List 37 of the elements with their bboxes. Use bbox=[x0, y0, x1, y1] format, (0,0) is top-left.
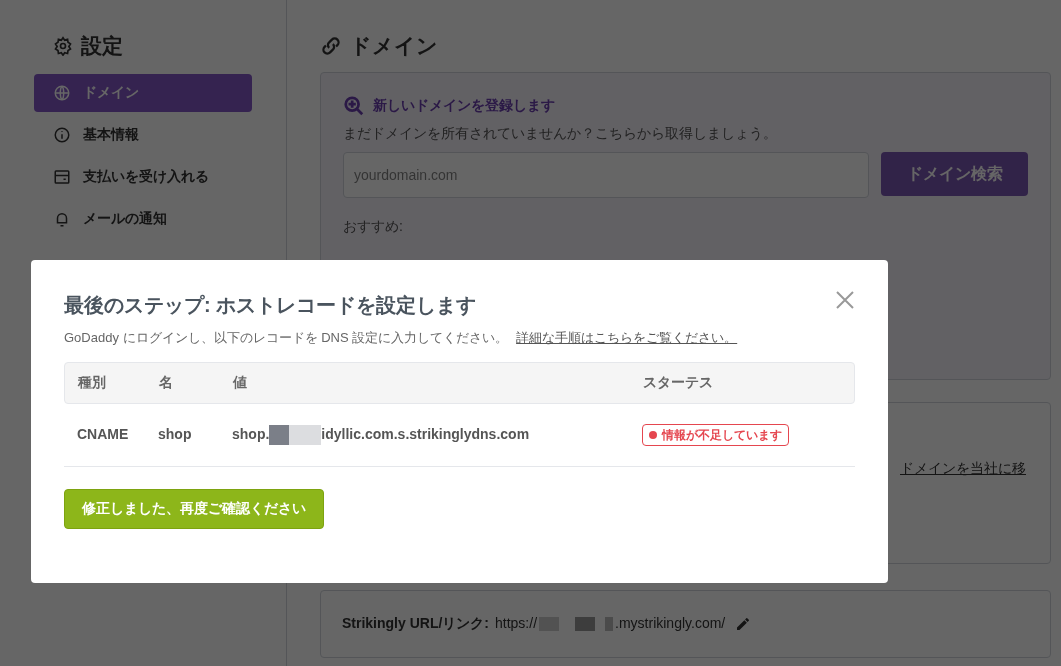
table-cell-text: CNAME bbox=[76, 425, 130, 444]
column-header: 名 bbox=[159, 373, 174, 392]
globe-icon bbox=[53, 83, 71, 102]
page-title: ドメイン bbox=[350, 33, 438, 59]
wallet-icon bbox=[53, 167, 71, 186]
table-cell-text: shop bbox=[158, 425, 193, 444]
card-heading: 新しいドメインを登録します bbox=[373, 96, 555, 115]
confirm-button[interactable]: 修正しました、再度ご確認ください bbox=[64, 488, 324, 529]
table-cell-text: idyllic.com.s.strikinglydns.com bbox=[321, 425, 530, 444]
link-icon bbox=[320, 34, 342, 57]
url-label: Strikingly URL/リンク: bbox=[342, 614, 489, 633]
sidebar-title: 設定 bbox=[81, 33, 123, 59]
status-badge: 情報が不足しています bbox=[642, 423, 789, 446]
help-link[interactable]: 詳細な手順はこちらをご覧ください。 bbox=[516, 328, 738, 348]
sidebar-item[interactable]: ドメイン bbox=[34, 73, 252, 112]
url-text: .mystrikingly.com/ bbox=[615, 614, 726, 633]
column-header: 種別 bbox=[76, 373, 107, 392]
url-text: https:// bbox=[495, 614, 538, 633]
modal-description: GoDaddy にログインし、以下のレコードを DNS 設定に入力してください。 bbox=[64, 329, 509, 347]
close-icon[interactable] bbox=[835, 290, 855, 310]
modal-title: 最後のステップ: ホストレコードを設定します bbox=[64, 293, 477, 318]
sidebar-item[interactable]: 支払いを受け入れる bbox=[34, 157, 252, 196]
info-icon bbox=[53, 125, 71, 144]
sidebar-item[interactable]: メールの通知 bbox=[34, 199, 252, 238]
card-description: まだドメインを所有されていませんか？こちらから取得しましょう。 bbox=[343, 123, 778, 143]
redaction-mark bbox=[575, 616, 596, 631]
pencil-icon[interactable] bbox=[735, 615, 752, 632]
sidebar-item[interactable]: 基本情報 bbox=[34, 115, 252, 154]
redaction-mark bbox=[605, 616, 614, 631]
column-header: 値 bbox=[233, 373, 248, 392]
domain-search-button[interactable]: ドメイン検索 bbox=[881, 151, 1028, 196]
settings-icon bbox=[53, 35, 73, 56]
column-header: スターテス bbox=[643, 373, 714, 392]
suggestions-label: おすすめ: bbox=[343, 216, 404, 236]
table-cell-text: shop. bbox=[232, 425, 270, 444]
transfer-link[interactable]: ドメインを当社に移 bbox=[900, 457, 1026, 479]
zoom-in-icon bbox=[343, 94, 365, 117]
